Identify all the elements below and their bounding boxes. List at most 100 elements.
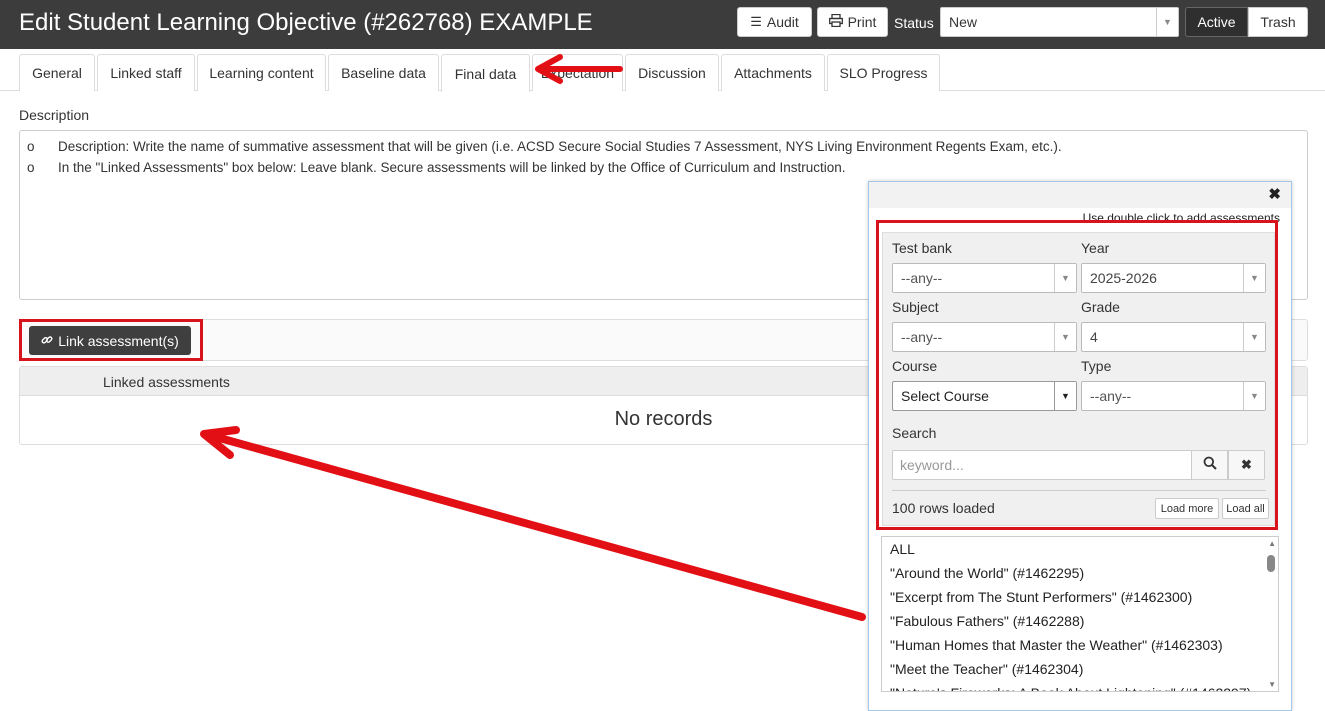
list-item[interactable]: "Meet the Teacher" (#1462304) [882, 657, 1278, 681]
list-item[interactable]: "Nature's Fireworks: A Book About Lighte… [882, 681, 1278, 691]
tab-attachments[interactable]: Attachments [721, 54, 825, 91]
close-icon: ✖ [1241, 457, 1252, 472]
tab-label: Linked staff [110, 65, 182, 81]
subject-value: --any-- [901, 329, 943, 345]
test-bank-label: Test bank [892, 240, 952, 256]
link-icon [41, 333, 53, 349]
active-toggle[interactable]: Active [1185, 7, 1248, 37]
tab-label: Final data [454, 65, 517, 82]
tab-slo-progress[interactable]: SLO Progress [827, 54, 940, 91]
list-item[interactable]: "Excerpt from The Stunt Performers" (#14… [882, 585, 1278, 609]
search-placeholder: keyword... [900, 457, 964, 473]
description-line: o In the "Linked Assessments" box below:… [27, 158, 1300, 179]
divider [892, 490, 1266, 491]
course-label: Course [892, 358, 938, 374]
print-button-label: Print [847, 14, 877, 30]
filter-panel: Test bank --any-- ▼ Year 2025-2026 ▼ Sub… [882, 232, 1275, 526]
list-item[interactable]: "Fabulous Fathers" (#1462288) [882, 609, 1278, 633]
year-label: Year [1081, 240, 1110, 256]
grade-select[interactable]: 4 ▼ [1081, 322, 1266, 352]
search-button[interactable] [1191, 450, 1228, 480]
dialog-header: ✖ [869, 182, 1291, 208]
description-line: o Description: Write the name of summati… [27, 137, 1300, 158]
load-more-label: Load more [1160, 502, 1214, 515]
tab-label: Baseline data [341, 65, 426, 81]
scroll-up-icon[interactable]: ▲ [1268, 539, 1276, 548]
tab-label: Attachments [734, 65, 812, 81]
search-label: Search [892, 425, 937, 441]
description-label: Description [19, 107, 90, 123]
top-bar: Edit Student Learning Objective (#262768… [0, 0, 1325, 49]
clear-search-button[interactable]: ✖ [1228, 450, 1265, 480]
list-scrollbar[interactable]: ▲ ▼ [1264, 537, 1278, 691]
year-value: 2025-2026 [1090, 270, 1157, 286]
status-label: Status [894, 15, 934, 31]
tab-label: Discussion [638, 65, 706, 81]
rows-loaded-status: 100 rows loaded [892, 500, 995, 516]
page-title: Edit Student Learning Objective (#262768… [19, 9, 593, 36]
list-item[interactable]: ALL [882, 537, 1278, 561]
print-button[interactable]: Print [817, 7, 888, 37]
assessment-list[interactable]: ALL "Around the World" (#1462295) "Excer… [881, 536, 1279, 692]
subject-label: Subject [892, 299, 939, 315]
tab-linked-staff[interactable]: Linked staff [97, 54, 195, 91]
trash-toggle[interactable]: Trash [1248, 7, 1308, 37]
type-label: Type [1081, 358, 1112, 374]
tab-discussion[interactable]: Discussion [625, 54, 719, 91]
test-bank-value: --any-- [901, 270, 943, 286]
trash-label: Trash [1260, 14, 1296, 30]
tab-label: Expectation [540, 65, 615, 81]
tab-label: General [32, 65, 82, 81]
grade-value: 4 [1090, 329, 1098, 345]
search-icon [1203, 456, 1217, 474]
load-all-label: Load all [1226, 502, 1265, 515]
type-select[interactable]: --any-- ▼ [1081, 381, 1266, 411]
tab-bar: General Linked staff Learning content Ba… [0, 52, 1325, 92]
load-all-button[interactable]: Load all [1222, 498, 1269, 519]
scroll-thumb[interactable] [1267, 555, 1275, 572]
test-bank-select[interactable]: --any-- ▼ [892, 263, 1077, 293]
grade-label: Grade [1081, 299, 1120, 315]
list-icon: ☰ [750, 14, 762, 29]
chevron-down-icon: ▼ [1156, 8, 1178, 36]
scroll-down-icon[interactable]: ▼ [1268, 680, 1276, 689]
audit-button-label: Audit [766, 14, 799, 30]
tab-general[interactable]: General [19, 54, 95, 91]
load-more-button[interactable]: Load more [1155, 498, 1219, 519]
chevron-down-icon: ▼ [1054, 264, 1076, 292]
tab-expectation[interactable]: Expectation [532, 54, 623, 91]
status-value: New [949, 14, 978, 30]
tab-label: SLO Progress [839, 65, 928, 81]
link-assessments-button[interactable]: Link assessment(s) [29, 326, 191, 355]
description-text: In the "Linked Assessments" box below: L… [58, 159, 846, 175]
subject-select[interactable]: --any-- ▼ [892, 322, 1077, 352]
annotation-arrow-list [200, 426, 866, 621]
type-value: --any-- [1090, 388, 1132, 404]
caret-down-icon: ▼ [1054, 382, 1076, 410]
list-item[interactable]: "Human Homes that Master the Weather" (#… [882, 633, 1278, 657]
course-value: Select Course [901, 388, 989, 404]
tab-final-data[interactable]: Final data [441, 54, 530, 92]
description-text: Description: Write the name of summative… [58, 139, 1062, 154]
bullet: o [27, 159, 35, 175]
close-icon[interactable]: ✖ [1268, 185, 1281, 203]
tab-label: Learning content [209, 65, 314, 81]
chevron-down-icon: ▼ [1243, 264, 1265, 292]
list-item[interactable]: "Around the World" (#1462295) [882, 561, 1278, 585]
tab-baseline-data[interactable]: Baseline data [328, 54, 439, 91]
year-select[interactable]: 2025-2026 ▼ [1081, 263, 1266, 293]
print-icon [828, 13, 843, 30]
status-select[interactable]: New ▼ [940, 7, 1179, 37]
link-assessments-label: Link assessment(s) [58, 332, 179, 349]
assessment-picker-dialog: ✖ Use double click to add assessments Te… [868, 181, 1292, 711]
chevron-down-icon: ▼ [1243, 323, 1265, 351]
dialog-hint: Use double click to add assessments [1082, 211, 1280, 225]
course-select[interactable]: Select Course ▼ [892, 381, 1077, 411]
bullet: o [27, 139, 35, 154]
audit-button[interactable]: ☰ Audit [737, 7, 812, 37]
chevron-down-icon: ▼ [1243, 382, 1265, 410]
tab-learning-content[interactable]: Learning content [197, 54, 326, 91]
search-input[interactable]: keyword... [892, 450, 1192, 480]
chevron-down-icon: ▼ [1054, 323, 1076, 351]
active-label: Active [1197, 14, 1236, 30]
